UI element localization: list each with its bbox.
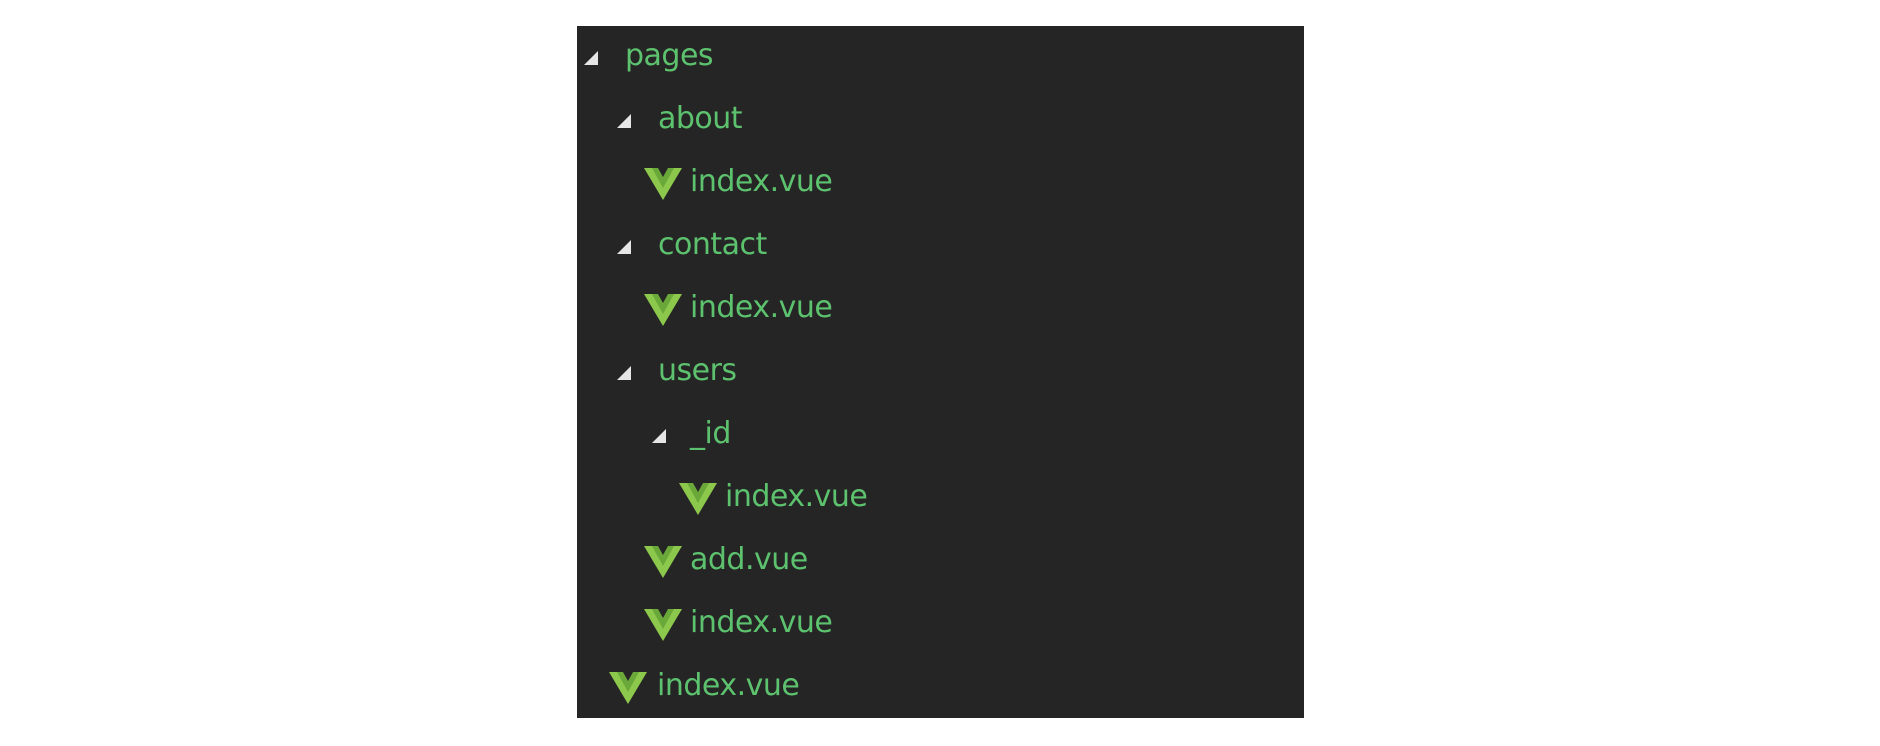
vue-file-icon [644, 168, 682, 200]
expanded-triangle-icon[interactable] [617, 114, 631, 128]
expanded-triangle-icon[interactable] [584, 51, 598, 65]
tree-file-users-add-vue[interactable]: add.vue [577, 530, 1304, 593]
tree-item-label: _id [690, 416, 731, 451]
tree-file-pages-index-vue[interactable]: index.vue [577, 656, 1304, 719]
tree-item-label: add.vue [690, 542, 808, 577]
tree-file-about-index-vue[interactable]: index.vue [577, 152, 1304, 215]
vue-file-icon [644, 609, 682, 641]
vue-file-icon [644, 294, 682, 326]
expanded-triangle-icon[interactable] [617, 366, 631, 380]
vue-file-icon [609, 672, 647, 704]
tree-folder-users[interactable]: users [577, 341, 1304, 404]
tree-folder-contact[interactable]: contact [577, 215, 1304, 278]
expanded-triangle-icon[interactable] [652, 429, 666, 443]
tree-item-label: contact [658, 227, 767, 262]
tree-item-label: index.vue [725, 479, 868, 514]
tree-item-label: pages [625, 38, 714, 73]
tree-item-label: index.vue [690, 164, 833, 199]
tree-item-label: users [658, 353, 737, 388]
tree-file-users-index-vue[interactable]: index.vue [577, 593, 1304, 656]
tree-item-label: index.vue [690, 605, 833, 640]
tree-item-label: index.vue [657, 668, 800, 703]
tree-item-label: index.vue [690, 290, 833, 325]
file-explorer-tree: pages about index.vue contact index.vue … [577, 26, 1304, 718]
vue-file-icon [679, 483, 717, 515]
tree-file-contact-index-vue[interactable]: index.vue [577, 278, 1304, 341]
tree-item-label: about [658, 101, 743, 136]
expanded-triangle-icon[interactable] [617, 240, 631, 254]
tree-folder-about[interactable]: about [577, 89, 1304, 152]
tree-folder-pages[interactable]: pages [577, 26, 1304, 89]
vue-file-icon [644, 546, 682, 578]
tree-file-id-index-vue[interactable]: index.vue [577, 467, 1304, 530]
tree-folder-id[interactable]: _id [577, 404, 1304, 467]
